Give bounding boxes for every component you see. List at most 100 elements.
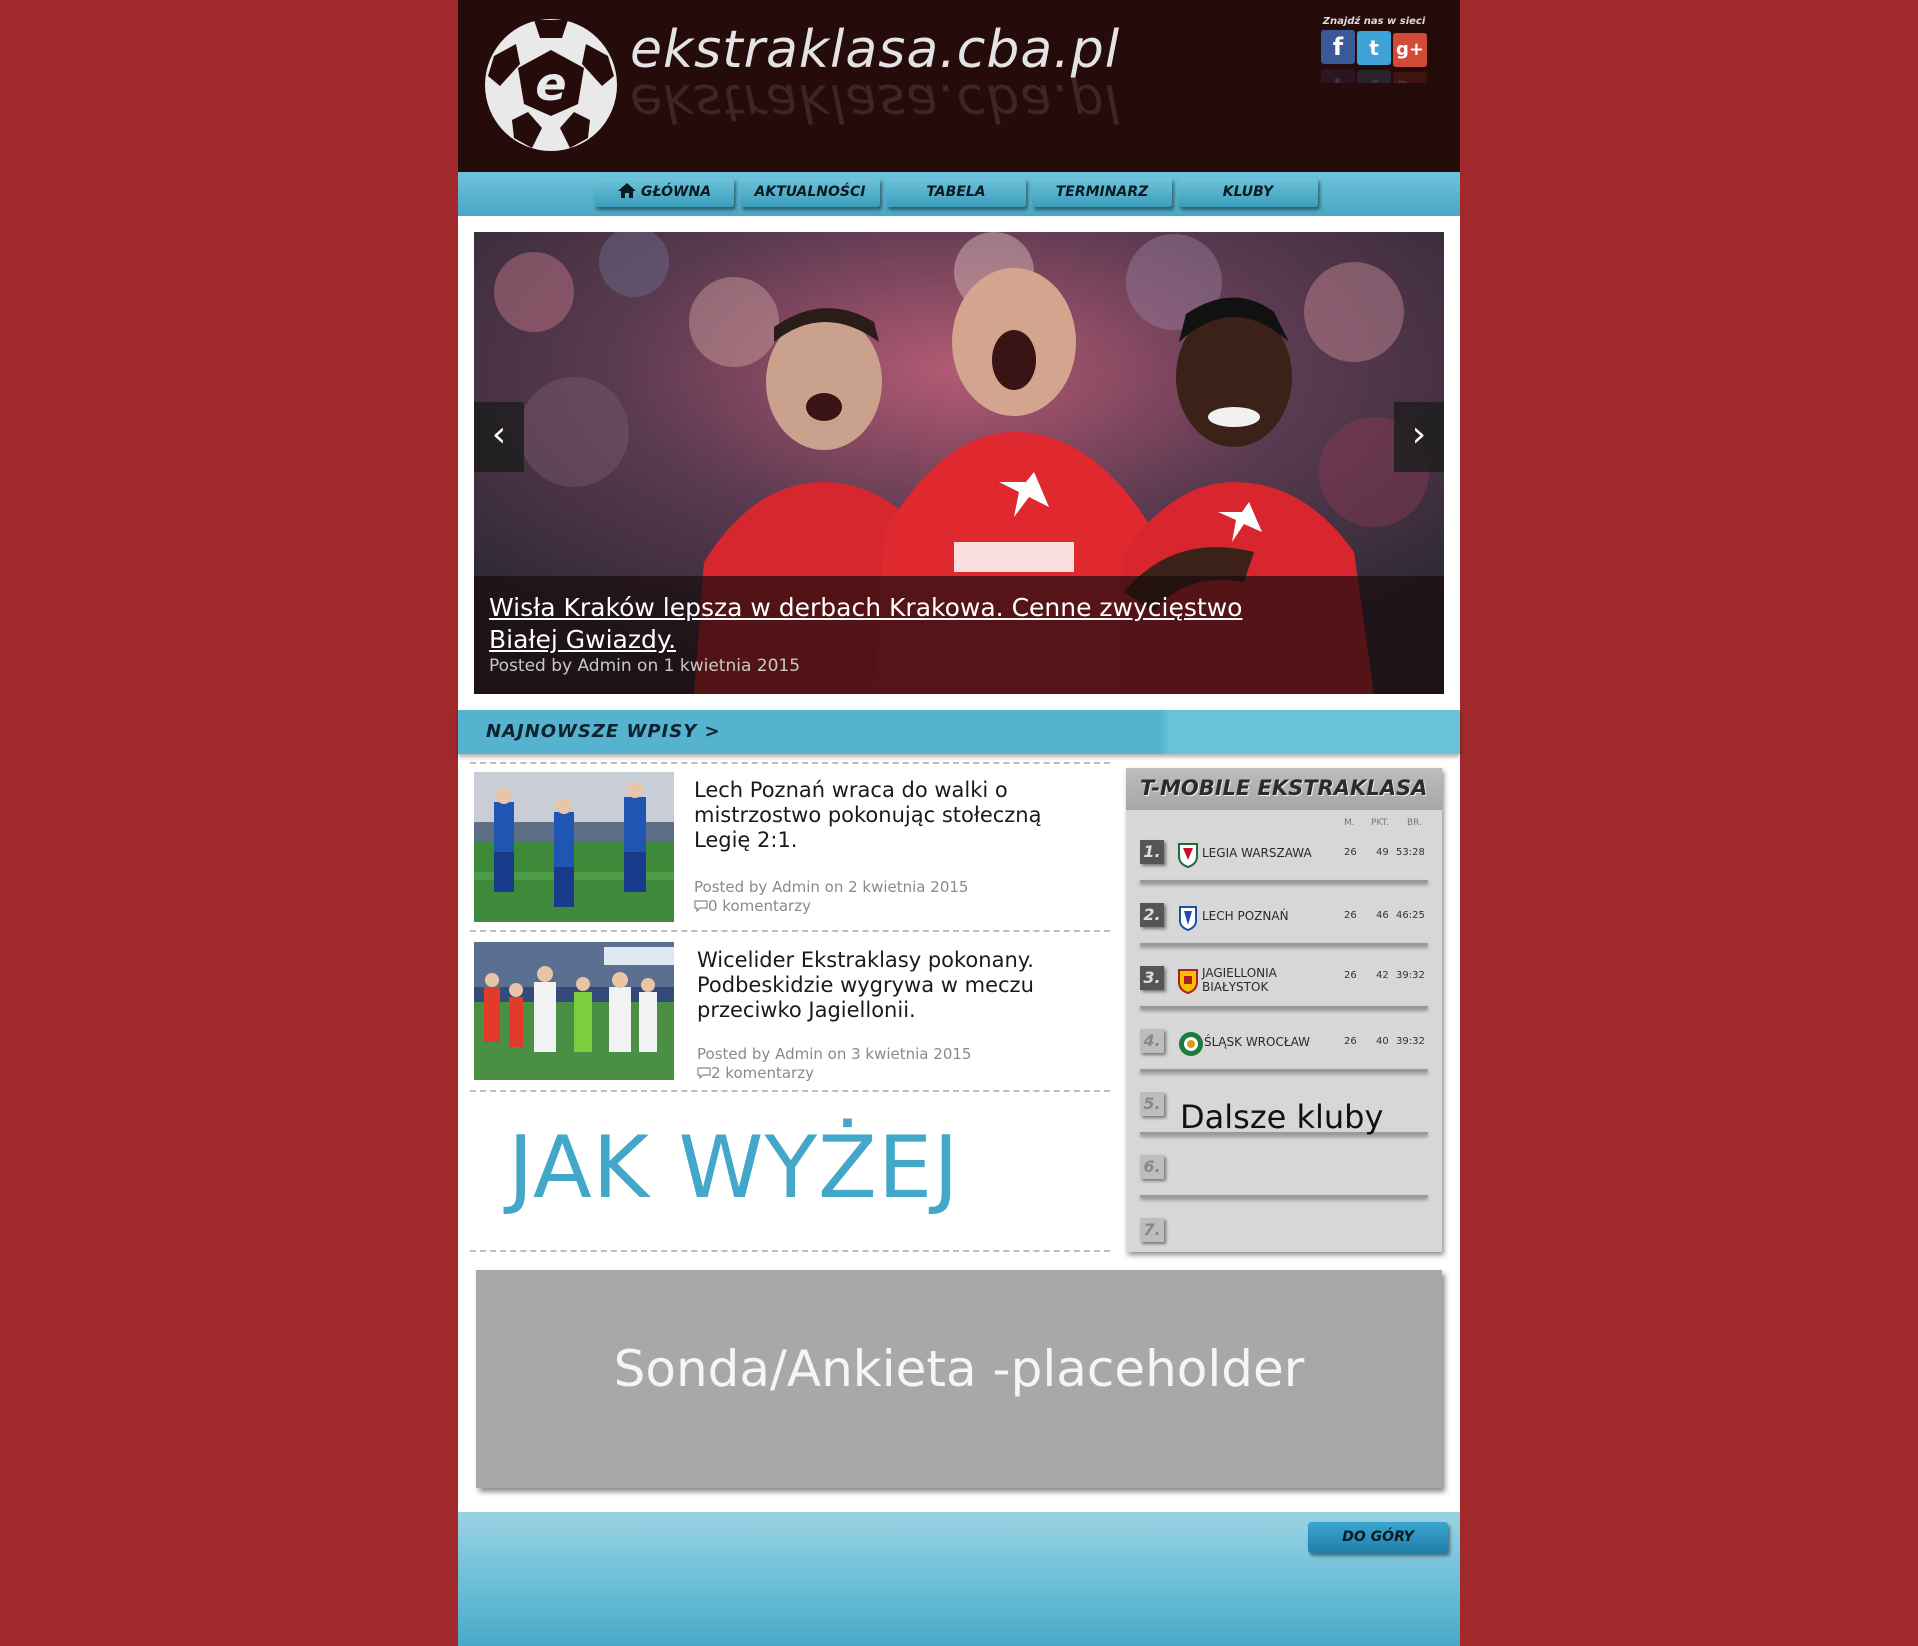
jagiellonia-crest-icon xyxy=(1178,969,1198,994)
goals: 46:25 xyxy=(1396,910,1425,921)
rank-badge: 6. xyxy=(1140,1155,1164,1179)
site-footer: DO GÓRY xyxy=(458,1512,1460,1646)
page-container: e ekstraklasa.cba.pl ekstraklasa.cba.pl … xyxy=(458,0,1460,1646)
facebook-icon[interactable]: f xyxy=(1321,30,1355,64)
table-row[interactable]: 3. JAGIELLONIA BIAŁYSTOK 26 42 39:32 xyxy=(1140,958,1428,1020)
column-points: PKT. xyxy=(1371,818,1389,828)
column-goals: BR. xyxy=(1407,818,1422,828)
divider xyxy=(470,1250,1110,1252)
back-to-top-button[interactable]: DO GÓRY xyxy=(1308,1522,1448,1553)
divider xyxy=(470,762,1110,764)
matches: 26 xyxy=(1344,847,1357,858)
main-nav: GŁÓWNA AKTUALNOŚCI TABELA TERMINARZ KLUB… xyxy=(458,172,1460,216)
slider-meta: Posted by Admin on 1 kwietnia 2015 xyxy=(489,656,801,676)
slider-next-button[interactable]: › xyxy=(1394,402,1444,472)
home-icon xyxy=(617,183,636,198)
divider xyxy=(470,930,1110,932)
league-table: T-MOBILE EKSTRAKLASA M. PKT. BR. 1. LEGI… xyxy=(1126,768,1442,1252)
poll-placeholder: Sonda/Ankieta -placeholder xyxy=(476,1270,1442,1488)
club-name: LEGIA WARSZAWA xyxy=(1202,846,1312,860)
post-comments-count: 2 komentarzy xyxy=(711,1064,814,1082)
table-header: T-MOBILE EKSTRAKLASA xyxy=(1126,768,1442,810)
nav-label: AKTUALNOŚCI xyxy=(754,184,866,200)
table-row[interactable]: 4. ŚLĄSK WROCŁAW 26 40 39:32 xyxy=(1140,1021,1428,1083)
lech-crest-icon xyxy=(1179,906,1197,931)
nav-item-glowna[interactable]: GŁÓWNA xyxy=(594,178,734,207)
ekstraklasa-logo-icon[interactable]: e xyxy=(482,16,620,154)
site-header: e ekstraklasa.cba.pl ekstraklasa.cba.pl … xyxy=(458,0,1460,172)
post-thumbnail[interactable] xyxy=(474,942,674,1080)
table-row[interactable]: 1. LEGIA WARSZAWA 26 49 53:28 xyxy=(1140,832,1428,894)
nav-item-tabela[interactable]: TABELA xyxy=(886,178,1026,207)
post-comments[interactable]: 2 komentarzy xyxy=(697,1064,814,1083)
club-name: ŚLĄSK WROCŁAW xyxy=(1204,1035,1311,1049)
rank-badge: 5. xyxy=(1140,1092,1164,1116)
table-row[interactable]: 6. xyxy=(1140,1147,1428,1209)
post-title-link[interactable]: Wicelider Ekstraklasy pokonany. Podbeski… xyxy=(697,948,1057,1023)
points: 40 xyxy=(1376,1036,1389,1047)
post-meta: Posted by Admin on 3 kwietnia 2015 xyxy=(697,1045,972,1063)
slask-crest-icon xyxy=(1179,1032,1203,1056)
nav-item-terminarz[interactable]: TERMINARZ xyxy=(1032,178,1172,207)
more-clubs-link[interactable]: Dalsze kluby xyxy=(1180,1098,1383,1136)
goals: 39:32 xyxy=(1396,1036,1425,1047)
points: 49 xyxy=(1376,847,1389,858)
post-comments[interactable]: 0 komentarzy xyxy=(694,897,811,916)
table-row[interactable]: 2. LECH POZNAŃ 26 46 46:25 xyxy=(1140,895,1428,957)
column-matches: M. xyxy=(1344,818,1355,828)
rank-badge: 1. xyxy=(1140,840,1164,864)
post-comments-count: 0 komentarzy xyxy=(708,897,811,915)
post-image xyxy=(474,942,674,1080)
site-title-reflection: ekstraklasa.cba.pl xyxy=(630,72,1121,132)
nav-label: TABELA xyxy=(926,184,986,200)
social-links: Znajdź nas w sieci ftg+ ftg+ xyxy=(1316,16,1432,83)
table-title[interactable]: T-MOBILE EKSTRAKLASA xyxy=(1140,776,1427,800)
latest-posts-link[interactable]: NAJNOWSZE WPISY > xyxy=(486,721,721,742)
post-image xyxy=(474,772,674,922)
matches: 26 xyxy=(1344,910,1357,921)
nav-label: TERMINARZ xyxy=(1055,184,1149,200)
rank-badge: 3. xyxy=(1140,966,1164,990)
post-title-link[interactable]: Lech Poznań wraca do walki o mistrzostwo… xyxy=(694,778,1054,853)
club-name: JAGIELLONIA BIAŁYSTOK xyxy=(1202,966,1277,994)
rank-badge: 7. xyxy=(1140,1218,1164,1242)
row-divider xyxy=(1140,943,1428,946)
row-divider xyxy=(1140,1069,1428,1072)
goals: 39:32 xyxy=(1396,970,1425,981)
nav-label: GŁÓWNA xyxy=(640,184,712,200)
twitter-icon[interactable]: t xyxy=(1357,31,1391,65)
rank-badge: 2. xyxy=(1140,903,1164,927)
comment-icon xyxy=(694,900,708,913)
social-reflection: ftg+ xyxy=(1316,69,1432,83)
placeholder-text: JAK WYŻEJ xyxy=(508,1118,960,1218)
post-meta: Posted by Admin on 2 kwietnia 2015 xyxy=(694,878,969,896)
goals: 53:28 xyxy=(1396,847,1425,858)
featured-slider[interactable]: ‹ › Wisła Kraków lepsza w derbach Krakow… xyxy=(474,232,1444,694)
row-divider xyxy=(1140,880,1428,883)
matches: 26 xyxy=(1344,1036,1357,1047)
site-title[interactable]: ekstraklasa.cba.pl xyxy=(630,20,1120,80)
club-name: LECH POZNAŃ xyxy=(1202,909,1289,923)
latest-posts-bar: NAJNOWSZE WPISY > xyxy=(458,710,1460,754)
table-row[interactable]: 7. xyxy=(1140,1210,1428,1272)
points: 46 xyxy=(1376,910,1389,921)
comment-icon xyxy=(697,1067,711,1080)
legia-crest-icon xyxy=(1178,843,1198,868)
social-label: Znajdź nas w sieci xyxy=(1322,16,1426,27)
nav-item-kluby[interactable]: KLUBY xyxy=(1178,178,1318,207)
poll-text: Sonda/Ankieta -placeholder xyxy=(613,1340,1305,1398)
matches: 26 xyxy=(1344,970,1357,981)
divider xyxy=(470,1090,1110,1092)
slider-caption: Wisła Kraków lepsza w derbach Krakowa. C… xyxy=(474,576,1444,694)
points: 42 xyxy=(1376,970,1389,981)
rank-badge: 4. xyxy=(1140,1029,1164,1053)
row-divider xyxy=(1140,1195,1428,1198)
post-thumbnail[interactable] xyxy=(474,772,674,922)
google-plus-icon[interactable]: g+ xyxy=(1393,33,1427,67)
slider-title-link[interactable]: Wisła Kraków lepsza w derbach Krakowa. C… xyxy=(489,592,1309,656)
nav-label: KLUBY xyxy=(1222,184,1274,200)
nav-item-aktualnosci[interactable]: AKTUALNOŚCI xyxy=(740,178,880,207)
slider-prev-button[interactable]: ‹ xyxy=(474,402,524,472)
svg-text:e: e xyxy=(535,57,566,111)
row-divider xyxy=(1140,1006,1428,1009)
